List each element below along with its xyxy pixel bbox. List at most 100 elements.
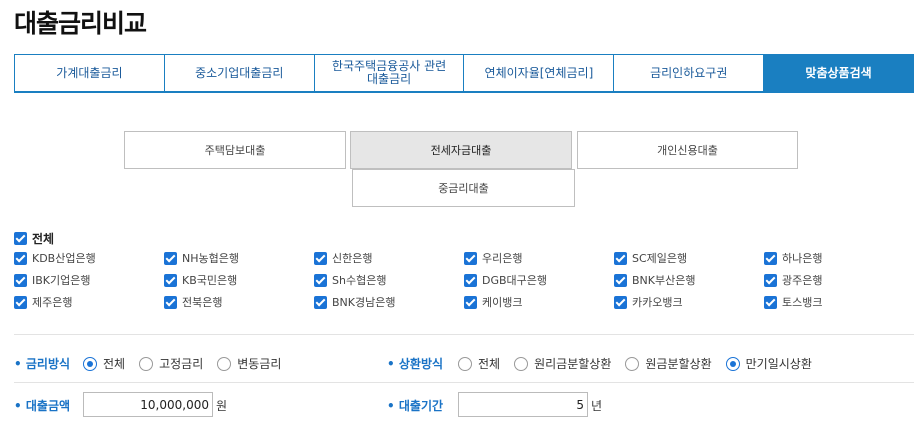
bank-checkbox[interactable]: 하나은행 <box>764 250 914 266</box>
radio-label: 변동금리 <box>237 357 282 371</box>
checkbox-icon[interactable] <box>164 273 177 287</box>
bank-label: 카카오뱅크 <box>632 296 683 309</box>
bank-label: SC제일은행 <box>632 252 688 265</box>
radio-label: 원금분할상환 <box>645 357 712 371</box>
checkbox-icon[interactable] <box>314 273 327 287</box>
loan-period-label: 대출기간 <box>387 397 443 414</box>
bank-label: BNK부산은행 <box>632 274 696 287</box>
checkbox-icon[interactable] <box>614 295 627 309</box>
checkbox-icon[interactable] <box>764 295 777 309</box>
checkbox-icon[interactable] <box>764 251 777 265</box>
rate-method-fixed-radio[interactable]: 고정금리 <box>139 355 203 372</box>
repay-method-equal-payment-radio[interactable]: 원리금분할상환 <box>514 355 611 372</box>
repay-method-radios: 전체 원리금분할상환 원금분할상환 만기일시상환 <box>458 355 826 372</box>
subtab-mid-rate-loan[interactable]: 중금리대출 <box>352 169 575 207</box>
bank-label: Sh수협은행 <box>332 274 387 287</box>
checkbox-icon[interactable] <box>464 295 477 309</box>
radio-icon[interactable] <box>625 356 640 371</box>
bank-checkbox[interactable]: 우리은행 <box>464 250 614 266</box>
subtab-jeonse-loan[interactable]: 전세자금대출 <box>350 131 572 169</box>
bank-checkbox[interactable]: 제주은행 <box>14 294 164 310</box>
bank-label: BNK경남은행 <box>332 296 396 309</box>
bank-checkbox-list: KDB산업은행 NH농협은행 신한은행 우리은행 SC제일은행 하나은행 IBK… <box>14 250 914 310</box>
tab-hf-related-loan-rate[interactable]: 한국주택금융공사 관련 대출금리 <box>313 54 464 91</box>
loan-amount-input[interactable]: 10,000,000 <box>83 392 213 417</box>
bank-label: 하나은행 <box>782 252 823 265</box>
tab-overdue-interest[interactable]: 연체이자율[연체금리] <box>463 54 614 91</box>
bank-checkbox[interactable]: 신한은행 <box>314 250 464 266</box>
tab-sme-loan-rate[interactable]: 중소기업대출금리 <box>163 54 314 91</box>
repay-method-all-radio[interactable]: 전체 <box>458 355 500 372</box>
checkbox-icon[interactable] <box>14 295 27 309</box>
rate-method-variable-radio[interactable]: 변동금리 <box>217 355 281 372</box>
bank-label: 제주은행 <box>32 296 73 309</box>
bank-label: 전북은행 <box>182 296 223 309</box>
bank-label: KB국민은행 <box>182 274 238 287</box>
checkbox-icon[interactable] <box>614 251 627 265</box>
radio-icon[interactable] <box>514 356 529 371</box>
bank-checkbox[interactable]: Sh수협은행 <box>314 272 464 288</box>
tab-household-loan-rate[interactable]: 가계대출금리 <box>14 54 164 91</box>
radio-label: 고정금리 <box>159 357 204 371</box>
checkbox-icon[interactable] <box>314 295 327 309</box>
checkbox-icon[interactable] <box>764 273 777 287</box>
checkbox-icon[interactable] <box>464 251 477 265</box>
bank-label: 케이뱅크 <box>482 296 523 309</box>
checkbox-icon[interactable] <box>464 273 477 287</box>
divider <box>14 382 914 383</box>
radio-icon[interactable] <box>139 356 154 371</box>
select-all-label: 전체 <box>32 232 55 246</box>
loan-amount-unit: 원 <box>216 399 228 413</box>
rate-method-all-radio[interactable]: 전체 <box>83 355 125 372</box>
bank-checkbox[interactable]: SC제일은행 <box>614 250 764 266</box>
bank-checkbox[interactable]: NH농협은행 <box>164 250 314 266</box>
radio-label: 전체 <box>478 357 501 371</box>
bank-checkbox[interactable]: KB국민은행 <box>164 272 314 288</box>
bank-checkbox[interactable]: 광주은행 <box>764 272 914 288</box>
bank-checkbox[interactable]: DGB대구은행 <box>464 272 614 288</box>
radio-label: 전체 <box>103 357 126 371</box>
bank-label: NH농협은행 <box>182 252 239 265</box>
subtab-mortgage[interactable]: 주택담보대출 <box>124 131 346 169</box>
checkbox-icon[interactable] <box>14 273 27 287</box>
subtab-personal-credit[interactable]: 개인신용대출 <box>577 131 798 169</box>
checkbox-icon[interactable] <box>164 251 177 265</box>
page-title: 대출금리비교 <box>14 9 147 38</box>
repay-method-bullet-radio[interactable]: 만기일시상환 <box>725 355 812 372</box>
bank-label: KDB산업은행 <box>32 252 96 265</box>
repay-method-label: 상환방식 <box>387 355 443 372</box>
select-all-checkbox[interactable]: 전체 <box>14 230 54 247</box>
tab-custom-product-search[interactable]: 맞춤상품검색 <box>763 54 914 91</box>
bank-checkbox[interactable]: 케이뱅크 <box>464 294 614 310</box>
checkbox-icon[interactable] <box>14 251 27 265</box>
bank-checkbox[interactable]: 전북은행 <box>164 294 314 310</box>
checkbox-icon[interactable] <box>314 251 327 265</box>
radio-label: 원리금분할상환 <box>534 357 612 371</box>
loan-period-input[interactable]: 5 <box>458 392 588 417</box>
rate-method-label: 금리방식 <box>14 355 70 372</box>
radio-icon[interactable] <box>458 356 472 371</box>
bank-checkbox[interactable]: BNK부산은행 <box>614 272 764 288</box>
bank-checkbox[interactable]: 토스뱅크 <box>764 294 914 310</box>
bank-checkbox[interactable]: KDB산업은행 <box>14 250 164 266</box>
repay-method-equal-principal-radio[interactable]: 원금분할상환 <box>625 355 712 372</box>
divider <box>14 334 914 335</box>
loan-amount-label: 대출금액 <box>14 397 70 414</box>
checkbox-icon[interactable] <box>614 273 627 287</box>
radio-icon[interactable] <box>725 356 740 371</box>
radio-icon[interactable] <box>217 356 232 371</box>
rate-method-radios: 전체 고정금리 변동금리 <box>83 355 295 372</box>
loan-period-unit: 년 <box>591 399 603 413</box>
tab-rate-cut-request[interactable]: 금리인하요구권 <box>613 54 764 91</box>
bank-label: 토스뱅크 <box>782 296 823 309</box>
bank-label: IBK기업은행 <box>32 274 91 287</box>
radio-icon[interactable] <box>83 356 97 371</box>
bank-checkbox[interactable]: IBK기업은행 <box>14 272 164 288</box>
main-tabs: 가계대출금리 중소기업대출금리 한국주택금융공사 관련 대출금리 연체이자율[연체… <box>14 54 914 93</box>
radio-label: 만기일시상환 <box>745 357 812 371</box>
checkbox-icon[interactable] <box>164 295 177 309</box>
bank-checkbox[interactable]: 카카오뱅크 <box>614 294 764 310</box>
checkbox-icon[interactable] <box>14 232 27 245</box>
bank-label: 우리은행 <box>482 252 523 265</box>
bank-checkbox[interactable]: BNK경남은행 <box>314 294 464 310</box>
